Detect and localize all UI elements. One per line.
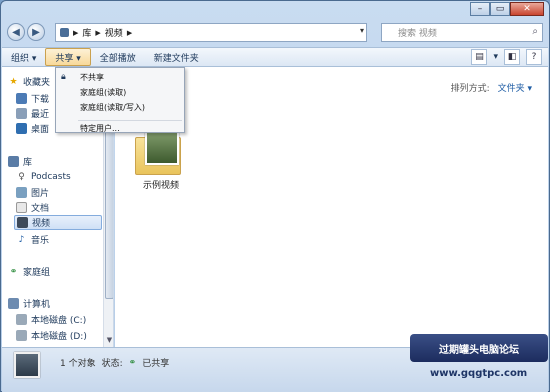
close-button[interactable]: ✕: [510, 2, 544, 16]
video-library-icon: [14, 352, 40, 378]
homegroup-icon: ⚭: [9, 266, 18, 277]
shared-icon: ⚭: [128, 357, 137, 368]
sidebar-item-label: 桌面: [31, 125, 50, 135]
arrange-label: 排列方式:: [450, 84, 490, 94]
videos-icon: [17, 217, 28, 228]
minimize-button[interactable]: –: [470, 2, 490, 16]
downloads-icon: [16, 93, 27, 104]
computer-icon: [8, 298, 19, 309]
podcast-icon: ♀: [18, 171, 25, 182]
homegroup-header[interactable]: ⚭ 家庭组: [8, 265, 51, 279]
favorites-label: 收藏夹: [23, 78, 51, 88]
star-icon: ★: [9, 76, 18, 87]
libraries-icon: [8, 156, 19, 167]
maximize-button[interactable]: ▭: [490, 2, 510, 16]
sidebar-item-music[interactable]: ♪ 音乐: [16, 233, 50, 247]
breadcrumb-separator: ▶: [95, 28, 101, 37]
sidebar-item-label: 本地磁盘 (C:): [31, 316, 87, 326]
sidebar-item-recent[interactable]: 最近: [16, 107, 49, 120]
sidebar-item-videos[interactable]: 视频: [14, 215, 102, 230]
sidebar-item-drive-d[interactable]: 本地磁盘 (D:): [16, 329, 87, 342]
caption-buttons: – ▭ ✕: [470, 2, 544, 16]
share-menu: 🔒︎ 不共享 家庭组(读取) 家庭组(读取/写入) 特定用户...: [55, 67, 185, 133]
menu-divider: [78, 120, 182, 121]
forward-arrow-icon: ▶: [32, 26, 40, 38]
homegroup-label: 家庭组: [23, 268, 51, 278]
lock-icon: 🔒︎: [61, 72, 66, 82]
computer-label: 计算机: [23, 300, 51, 310]
library-icon: [60, 28, 69, 37]
sidebar-item-drive-c[interactable]: 本地磁盘 (C:): [16, 313, 86, 326]
breadcrumb-library[interactable]: 库: [82, 26, 91, 39]
breadcrumb-videos[interactable]: 视频: [105, 26, 123, 39]
libraries-header[interactable]: 库: [8, 155, 32, 168]
drive-icon: [16, 330, 27, 341]
state-label: 状态:: [101, 359, 123, 369]
arrange-by: 排列方式: 文件夹 ▾: [451, 81, 532, 94]
item-count: 1 个对象: [60, 359, 96, 369]
share-button[interactable]: 共享 ▾: [45, 48, 91, 66]
sidebar-item-label: 图片: [31, 189, 50, 199]
sidebar-item-label: 下载: [31, 95, 50, 105]
sidebar-item-pictures[interactable]: 图片: [16, 186, 49, 199]
search-input[interactable]: 搜索 视频 ⌕: [381, 23, 543, 42]
breadcrumb-separator: ▶: [73, 28, 79, 37]
sidebar-item-label: 视频: [32, 219, 51, 229]
back-button[interactable]: ◀: [7, 23, 25, 41]
folder-thumbnail: [145, 131, 179, 165]
sidebar-item-documents[interactable]: 文档: [16, 201, 49, 214]
menu-item-homegroup-read[interactable]: 家庭组(读取): [80, 87, 126, 98]
forward-button[interactable]: ▶: [27, 23, 45, 41]
breadcrumb-separator: ▶: [126, 28, 133, 37]
sidebar-item-label: 文档: [31, 204, 50, 214]
watermark-url: www.gqgtpc.com: [430, 368, 528, 379]
sidebar-item-label: 本地磁盘 (D:): [31, 332, 87, 342]
documents-icon: [16, 202, 27, 213]
nav-buttons: ◀ ▶: [7, 23, 47, 41]
state-value: 已共享: [142, 359, 170, 369]
watermark-logo: 过期罐头电脑论坛: [410, 334, 548, 362]
help-icon[interactable]: ?: [526, 49, 542, 65]
pictures-icon: [16, 187, 27, 198]
command-bar: 组织 ▾ 共享 ▾ 全部播放 新建文件夹 ▤ ▾ ◧ ?: [2, 47, 548, 67]
music-icon: ♪: [18, 234, 25, 245]
recent-places-icon: [16, 108, 27, 119]
menu-item-homegroup-readwrite[interactable]: 家庭组(读取/写入): [80, 102, 145, 113]
preview-pane-icon[interactable]: ◧: [504, 49, 520, 65]
sidebar-item-podcasts[interactable]: ♀ Podcasts: [16, 171, 71, 182]
computer-header[interactable]: 计算机: [8, 297, 50, 310]
back-arrow-icon: ◀: [12, 26, 20, 38]
menu-item-nobody[interactable]: 不共享: [80, 72, 104, 83]
view-options-icon[interactable]: ▤: [471, 49, 488, 65]
sidebar-item-desktop[interactable]: 桌面: [16, 122, 49, 135]
sidebar-item-label: Podcasts: [31, 171, 71, 182]
arrange-dropdown[interactable]: 文件夹 ▾: [498, 81, 532, 94]
view-dropdown-icon[interactable]: ▾: [493, 52, 498, 62]
scroll-down-icon[interactable]: ▼: [104, 334, 113, 345]
new-folder-button[interactable]: 新建文件夹: [145, 48, 208, 66]
sidebar-item-downloads[interactable]: 下载: [16, 92, 49, 105]
desktop-icon: [16, 123, 27, 134]
folder-icon[interactable]: [133, 131, 183, 175]
play-all-button[interactable]: 全部播放: [91, 48, 145, 66]
favorites-header[interactable]: ★ 收藏夹: [8, 75, 51, 89]
libraries-label: 库: [23, 158, 33, 168]
sidebar-item-label: 音乐: [31, 236, 50, 246]
address-bar[interactable]: ▶ 库 ▶ 视频 ▶ ▾: [55, 23, 367, 42]
history-dropdown-icon[interactable]: ▾: [360, 26, 364, 35]
organize-button[interactable]: 组织 ▾: [2, 48, 45, 66]
sidebar-item-label: 最近: [31, 110, 50, 120]
folder-label[interactable]: 示例视频: [143, 178, 179, 191]
search-icon[interactable]: ⌕: [532, 26, 538, 37]
menu-item-specific-people[interactable]: 特定用户...: [80, 123, 120, 134]
search-placeholder: 搜索 视频: [398, 29, 437, 39]
drive-icon: [16, 314, 27, 325]
